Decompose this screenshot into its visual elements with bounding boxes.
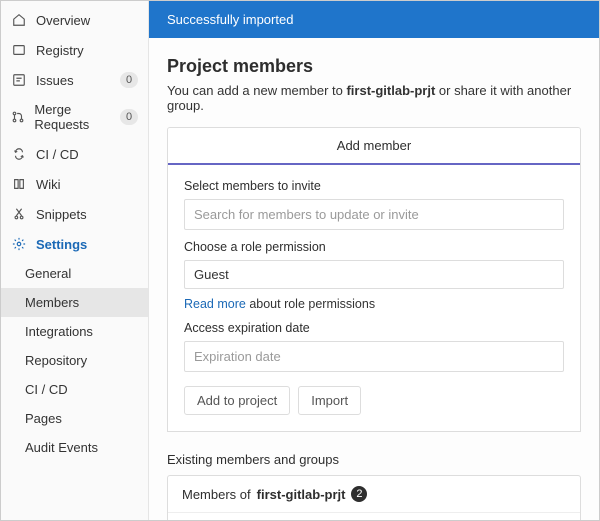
merge-icon [11,109,25,125]
existing-members-title: Existing members and groups [167,452,581,467]
sidebar-item-label: Registry [36,43,84,58]
registry-icon [11,42,27,58]
expiration-label: Access expiration date [184,321,564,335]
gear-icon [11,236,27,252]
sidebar-item-settings[interactable]: Settings [1,229,148,259]
expiration-input[interactable] [184,341,564,372]
sidebar-item-issues[interactable]: Issues 0 [1,65,148,95]
issues-icon [11,72,27,88]
sidebar-item-merge-requests[interactable]: Merge Requests 0 [1,95,148,139]
role-select[interactable]: Guest [184,260,564,289]
sidebar-item-cicd[interactable]: CI / CD [1,139,148,169]
role-help-text: Read more about role permissions [184,297,564,311]
members-card-header: Members of first-gitlab-prjt 2 [168,476,580,513]
sidebar-item-registry[interactable]: Registry [1,35,148,65]
add-to-project-button[interactable]: Add to project [184,386,290,415]
home-icon [11,12,27,28]
issues-count-badge: 0 [120,72,138,88]
main-content: Successfully imported Project members Yo… [149,1,599,520]
member-row: mahantesh v nagathan @mantu1904 It's you… [168,513,580,520]
settings-sub-integrations[interactable]: Integrations [1,317,148,346]
read-more-link[interactable]: Read more [184,297,246,311]
sidebar-item-label: Merge Requests [34,102,120,132]
add-member-form: Select members to invite Choose a role p… [167,165,581,432]
settings-sub-audit-events[interactable]: Audit Events [1,433,148,462]
sidebar-item-label: Issues [36,73,74,88]
settings-sub-general[interactable]: General [1,259,148,288]
select-members-label: Select members to invite [184,179,564,193]
sidebar-item-label: Wiki [36,177,61,192]
tab-bar: Add member [167,127,581,165]
sidebar-item-snippets[interactable]: Snippets [1,199,148,229]
import-button[interactable]: Import [298,386,361,415]
wiki-icon [11,176,27,192]
members-count-badge: 2 [351,486,367,502]
settings-sub-repository[interactable]: Repository [1,346,148,375]
sidebar-item-label: Settings [36,237,87,252]
cicd-icon [11,146,27,162]
sidebar-item-label: Snippets [36,207,87,222]
member-search-input[interactable] [184,199,564,230]
page-description: You can add a new member to first-gitlab… [167,83,581,113]
settings-sub-members[interactable]: Members [1,288,148,317]
sidebar-item-overview[interactable]: Overview [1,5,148,35]
settings-sub-pages[interactable]: Pages [1,404,148,433]
sidebar-item-label: CI / CD [36,147,79,162]
role-label: Choose a role permission [184,240,564,254]
sidebar: Overview Registry Issues 0 Merge Request… [1,1,149,520]
snippets-icon [11,206,27,222]
settings-sub-cicd[interactable]: CI / CD [1,375,148,404]
sidebar-item-wiki[interactable]: Wiki [1,169,148,199]
tab-add-member[interactable]: Add member [168,128,580,165]
mr-count-badge: 0 [120,109,138,125]
page-title: Project members [167,56,581,77]
sidebar-item-label: Overview [36,13,90,28]
success-banner: Successfully imported [149,1,599,38]
members-card: Members of first-gitlab-prjt 2 [167,475,581,520]
